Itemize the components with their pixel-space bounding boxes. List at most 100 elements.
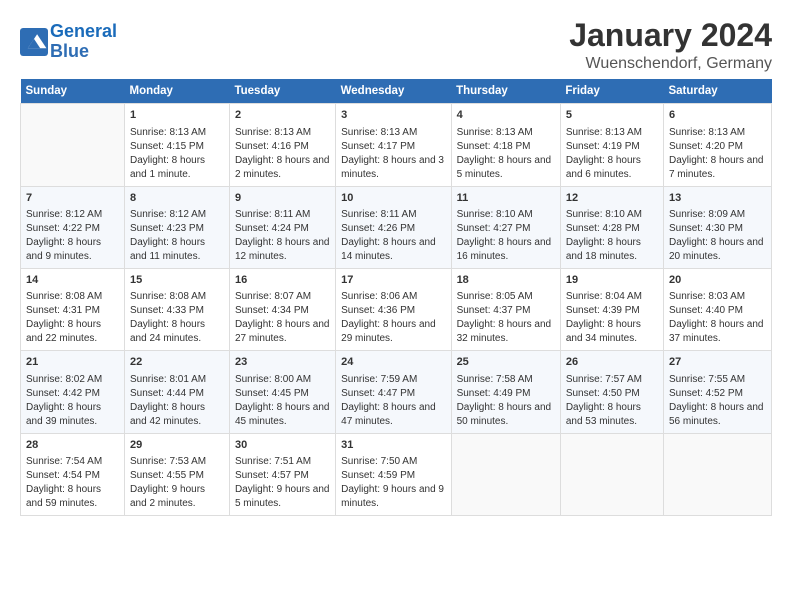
day-number: 27 — [669, 355, 766, 370]
calendar-day-header: Tuesday — [229, 79, 335, 104]
logo-line2: Blue — [50, 41, 89, 61]
sunset-text: Sunset: 4:23 PM — [130, 223, 204, 234]
daylight-text: Daylight: 9 hours and 9 minutes. — [341, 484, 444, 509]
title-block: January 2024 Wuenschendorf, Germany — [569, 18, 772, 73]
calendar-day-header: Wednesday — [336, 79, 451, 104]
sunrise-text: Sunrise: 8:03 AM — [669, 291, 745, 302]
sunrise-text: Sunrise: 7:53 AM — [130, 456, 206, 467]
daylight-text: Daylight: 9 hours and 2 minutes. — [130, 484, 205, 509]
day-number: 4 — [457, 108, 555, 123]
day-number: 10 — [341, 191, 445, 206]
sunrise-text: Sunrise: 8:13 AM — [130, 127, 206, 138]
calendar-day-header: Monday — [124, 79, 229, 104]
daylight-text: Daylight: 8 hours and 47 minutes. — [341, 402, 436, 427]
sunrise-text: Sunrise: 8:11 AM — [341, 209, 416, 220]
main-title: January 2024 — [569, 18, 772, 53]
daylight-text: Daylight: 8 hours and 18 minutes. — [566, 237, 641, 262]
day-number: 12 — [566, 191, 658, 206]
daylight-text: Daylight: 8 hours and 9 minutes. — [26, 237, 101, 262]
sunset-text: Sunset: 4:24 PM — [235, 223, 309, 234]
day-number: 16 — [235, 273, 330, 288]
daylight-text: Daylight: 8 hours and 56 minutes. — [669, 402, 764, 427]
calendar-table: SundayMondayTuesdayWednesdayThursdayFrid… — [20, 79, 772, 516]
sunrise-text: Sunrise: 8:10 AM — [566, 209, 642, 220]
sunset-text: Sunset: 4:52 PM — [669, 388, 743, 399]
calendar-day-cell: 8 Sunrise: 8:12 AM Sunset: 4:23 PM Daylight… — [124, 186, 229, 268]
sunset-text: Sunset: 4:34 PM — [235, 305, 309, 316]
daylight-text: Daylight: 8 hours and 37 minutes. — [669, 319, 764, 344]
daylight-text: Daylight: 8 hours and 45 minutes. — [235, 402, 330, 427]
sunset-text: Sunset: 4:42 PM — [26, 388, 100, 399]
sunset-text: Sunset: 4:44 PM — [130, 388, 204, 399]
calendar-day-header: Thursday — [451, 79, 560, 104]
sunrise-text: Sunrise: 8:12 AM — [130, 209, 206, 220]
sunset-text: Sunset: 4:33 PM — [130, 305, 204, 316]
daylight-text: Daylight: 8 hours and 59 minutes. — [26, 484, 101, 509]
sunrise-text: Sunrise: 8:11 AM — [235, 209, 310, 220]
calendar-day-cell: 31Sunrise: 7:50 AMSunset: 4:59 PMDayligh… — [336, 433, 451, 515]
day-number: 3 — [341, 108, 445, 123]
calendar-day-cell: 9Sunrise: 8:11 AMSunset: 4:24 PMDaylight… — [229, 186, 335, 268]
daylight-text: Daylight: 8 hours and 39 minutes. — [26, 402, 101, 427]
calendar-day-cell: 16Sunrise: 8:07 AMSunset: 4:34 PMDayligh… — [229, 268, 335, 350]
calendar-day-header: Friday — [560, 79, 663, 104]
page: General Blue January 2024 Wuenschendorf,… — [0, 0, 792, 526]
sunset-text: Sunset: 4:31 PM — [26, 305, 100, 316]
daylight-text: Daylight: 8 hours and 14 minutes. — [341, 237, 436, 262]
logo-text: General Blue — [50, 22, 117, 62]
daylight-text: Daylight: 9 hours and 5 minutes. — [235, 484, 330, 509]
sunset-text: Sunset: 4:39 PM — [566, 305, 640, 316]
sunrise-text: Sunrise: 7:50 AM — [341, 456, 417, 467]
daylight-text: Daylight: 8 hours and 42 minutes. — [130, 402, 205, 427]
day-number: 14 — [26, 273, 119, 288]
calendar-day-cell — [560, 433, 663, 515]
logo-line1: General — [50, 21, 117, 41]
header: General Blue January 2024 Wuenschendorf,… — [20, 18, 772, 73]
day-number: 26 — [566, 355, 658, 370]
calendar-week-row: 7Sunrise: 8:12 AMSunset: 4:22 PMDaylight… — [21, 186, 772, 268]
sunrise-text: Sunrise: 7:57 AM — [566, 374, 642, 385]
day-number: 24 — [341, 355, 445, 370]
daylight-text: Daylight: 8 hours and 29 minutes. — [341, 319, 436, 344]
calendar-day-cell: 30Sunrise: 7:51 AMSunset: 4:57 PMDayligh… — [229, 433, 335, 515]
calendar-day-cell: 11Sunrise: 8:10 AMSunset: 4:27 PMDayligh… — [451, 186, 560, 268]
sunset-text: Sunset: 4:15 PM — [130, 141, 204, 152]
sunset-text: Sunset: 4:16 PM — [235, 141, 309, 152]
subtitle: Wuenschendorf, Germany — [569, 55, 772, 73]
sunrise-text: Sunrise: 7:54 AM — [26, 456, 102, 467]
day-number: 22 — [130, 355, 224, 370]
calendar-day-cell: 17Sunrise: 8:06 AMSunset: 4:36 PMDayligh… — [336, 268, 451, 350]
sunrise-text: Sunrise: 7:51 AM — [235, 456, 311, 467]
day-number: 19 — [566, 273, 658, 288]
calendar-body: 1Sunrise: 8:13 AMSunset: 4:15 PMDaylight… — [21, 104, 772, 516]
calendar-day-cell: 25Sunrise: 7:58 AMSunset: 4:49 PMDayligh… — [451, 351, 560, 433]
sunset-text: Sunset: 4:54 PM — [26, 470, 100, 481]
calendar-day-cell: 26Sunrise: 7:57 AMSunset: 4:50 PMDayligh… — [560, 351, 663, 433]
sunrise-text: Sunrise: 8:04 AM — [566, 291, 642, 302]
day-number: 8 — [130, 191, 224, 206]
sunset-text: Sunset: 4:49 PM — [457, 388, 531, 399]
calendar-day-cell: 1Sunrise: 8:13 AMSunset: 4:15 PMDaylight… — [124, 104, 229, 186]
calendar-day-cell: 27Sunrise: 7:55 AMSunset: 4:52 PMDayligh… — [663, 351, 771, 433]
sunset-text: Sunset: 4:30 PM — [669, 223, 743, 234]
calendar-day-cell: 23Sunrise: 8:00 AMSunset: 4:45 PMDayligh… — [229, 351, 335, 433]
calendar-day-cell: 28Sunrise: 7:54 AMSunset: 4:54 PMDayligh… — [21, 433, 125, 515]
calendar-day-cell: 19 Sunrise: 8:04 AM Sunset: 4:39 PM Dayligh… — [560, 268, 663, 350]
calendar-day-cell: 2Sunrise: 8:13 AMSunset: 4:16 PMDaylight… — [229, 104, 335, 186]
day-number: 2 — [235, 108, 330, 123]
daylight-text: Daylight: 8 hours and 34 minutes. — [566, 319, 641, 344]
sunrise-text: Sunrise: 8:01 AM — [130, 374, 206, 385]
calendar-day-cell: 15Sunrise: 8:08 AMSunset: 4:33 PMDayligh… — [124, 268, 229, 350]
daylight-text: Daylight: 8 hours and 11 minutes. — [130, 237, 205, 262]
daylight-text: Daylight: 8 hours and 3 minutes. — [341, 155, 444, 180]
sunrise-text: Sunrise: 8:06 AM — [341, 291, 417, 302]
day-number: 5 — [566, 108, 658, 123]
calendar-day-header: Sunday — [21, 79, 125, 104]
day-number: 6 — [669, 108, 766, 123]
sunrise-text: Sunrise: 8:12 AM — [26, 209, 102, 220]
calendar-day-cell — [663, 433, 771, 515]
daylight-text: Daylight: 8 hours and 7 minutes. — [669, 155, 764, 180]
sunrise-text: Sunrise: 8:10 AM — [457, 209, 533, 220]
calendar-day-cell — [21, 104, 125, 186]
calendar-day-cell: 7Sunrise: 8:12 AMSunset: 4:22 PMDaylight… — [21, 186, 125, 268]
